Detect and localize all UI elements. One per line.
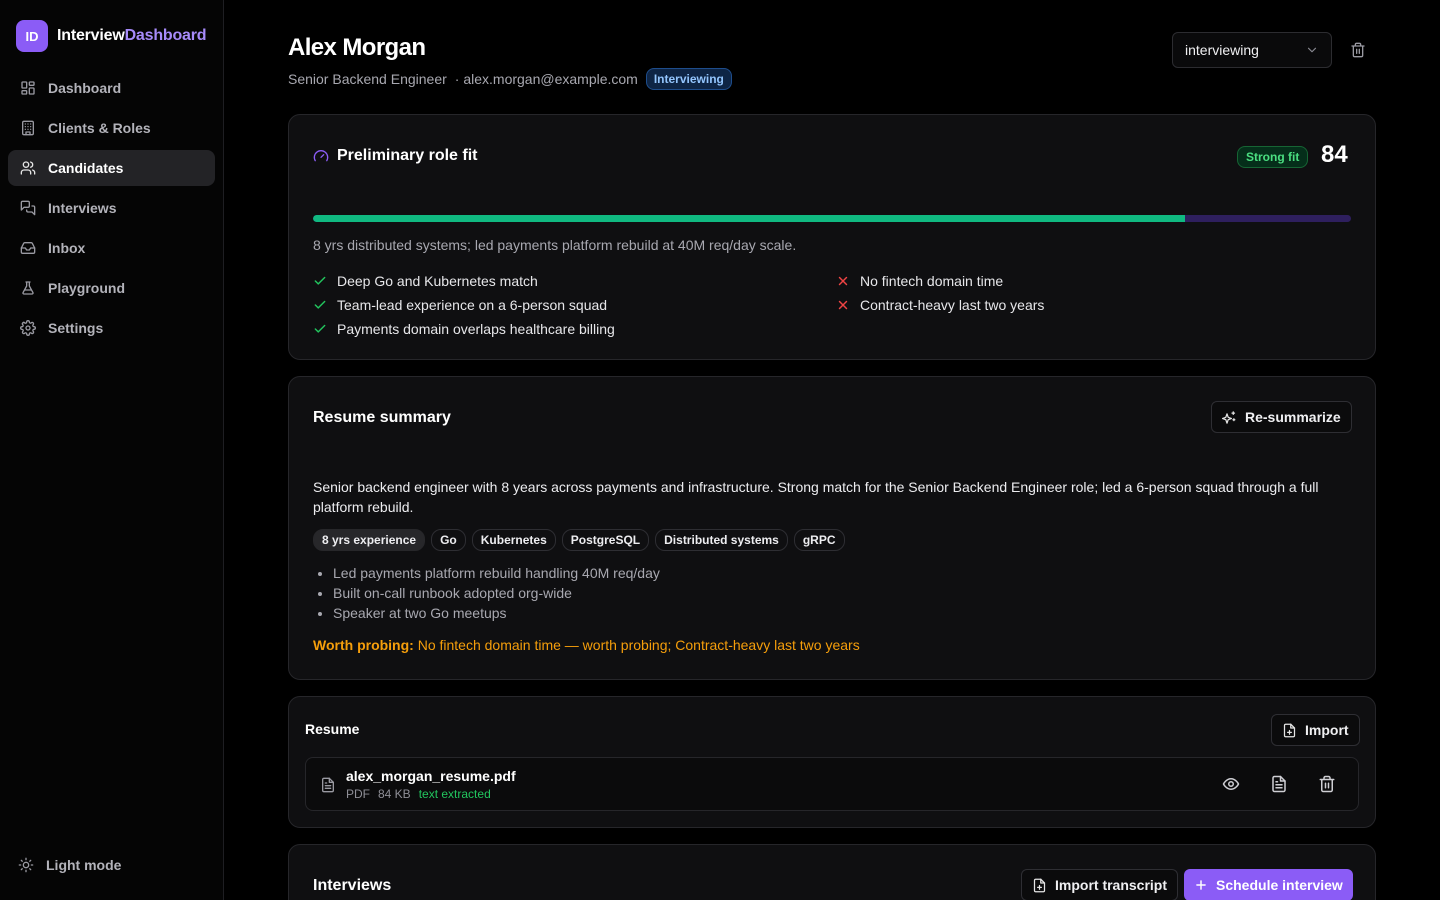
- file-text-icon[interactable]: [1270, 775, 1288, 793]
- brand-name: InterviewDashboard: [57, 27, 207, 44]
- sidebar-item-label: Candidates: [48, 160, 124, 176]
- file-plus-icon: [1283, 723, 1296, 737]
- check-icon: [314, 276, 326, 285]
- list-item: Contract-heavy last two years: [836, 293, 1044, 317]
- trash-icon: [1351, 42, 1365, 58]
- gear-icon: [20, 320, 36, 336]
- candidate-name: Alex Morgan: [288, 34, 426, 61]
- delete-candidate-button[interactable]: [1348, 40, 1368, 60]
- fit-description: 8 yrs distributed systems; led payments …: [313, 237, 797, 253]
- sidebar-item-label: Settings: [48, 320, 104, 336]
- fit-progress-bar: [313, 215, 1351, 222]
- resummarize-button[interactable]: Re-summarize: [1211, 401, 1352, 433]
- skill-tags: 8 yrs experience Go Kubernetes PostgreSQ…: [313, 529, 845, 551]
- inbox-icon: [20, 242, 36, 254]
- sidebar-item-settings[interactable]: Settings: [8, 310, 215, 346]
- resume-card: Resume Import alex_morgan_resume.pdf PDF…: [288, 696, 1376, 828]
- fit-progress-fill: [313, 215, 1185, 222]
- check-icon: [314, 300, 326, 309]
- fit-cons: No fintech domain time Contract-heavy la…: [836, 269, 1044, 317]
- file-size: 84 KB: [378, 787, 411, 801]
- status-select-value: interviewing: [1185, 42, 1259, 58]
- x-icon: [838, 300, 848, 310]
- sidebar: ID InterviewDashboard Dashboard Clients …: [0, 0, 224, 900]
- sparkles-icon: [1222, 410, 1236, 424]
- flask-icon: [22, 281, 34, 295]
- file-icon: [322, 777, 334, 793]
- plus-icon: [1196, 880, 1206, 890]
- candidate-role: Senior Backend Engineer: [288, 71, 447, 87]
- file-status: text extracted: [418, 787, 491, 801]
- sidebar-item-inbox[interactable]: Inbox: [8, 230, 215, 266]
- import-transcript-button[interactable]: Import transcript: [1021, 869, 1179, 900]
- sidebar-item-clients-roles[interactable]: Clients & Roles: [8, 110, 215, 146]
- summary-text: Senior backend engineer with 8 years acr…: [313, 479, 1319, 515]
- list-item: Deep Go and Kubernetes match: [313, 269, 615, 293]
- chat-icon: [20, 200, 36, 216]
- tag: Kubernetes: [471, 529, 556, 551]
- role-fit-card: Preliminary role fit Strong fit 84 8 yrs…: [288, 114, 1376, 360]
- tag: PostgreSQL: [561, 529, 650, 551]
- status-select[interactable]: interviewing: [1172, 32, 1332, 68]
- resume-file-row[interactable]: alex_morgan_resume.pdf PDF 84 KB text ex…: [305, 757, 1359, 811]
- file-actions: [1222, 775, 1336, 793]
- check-icon: [314, 324, 326, 333]
- brand-logo: ID: [16, 20, 48, 52]
- candidate-subtitle: Senior Backend Engineer · alex.morgan@ex…: [288, 68, 732, 90]
- import-resume-button[interactable]: Import: [1271, 714, 1360, 746]
- sidebar-item-label: Dashboard: [48, 80, 122, 96]
- sidebar-item-label: Inbox: [48, 240, 86, 256]
- fit-pros: Deep Go and Kubernetes match Team-lead e…: [313, 269, 615, 341]
- list-item: No fintech domain time: [836, 269, 1044, 293]
- sidebar-item-label: Interviews: [48, 200, 117, 216]
- fit-score: 84: [1321, 141, 1348, 168]
- resume-summary-card: Resume summary Re-summarize Senior backe…: [288, 376, 1376, 680]
- light-mode-label: Light mode: [46, 857, 122, 873]
- interviews-card: Interviews Import transcript Schedule in…: [288, 844, 1376, 900]
- light-mode-toggle[interactable]: Light mode: [18, 857, 121, 873]
- sidebar-item-interviews[interactable]: Interviews: [8, 190, 215, 226]
- sun-icon: [18, 857, 34, 873]
- worth-probing: Worth probing: No fintech domain time — …: [313, 637, 860, 653]
- gauge-icon: [313, 150, 329, 162]
- tag: gRPC: [793, 529, 845, 551]
- chevron-down-icon: [1307, 47, 1317, 53]
- sidebar-item-playground[interactable]: Playground: [8, 270, 215, 306]
- list-item: Payments domain overlaps healthcare bill…: [313, 317, 615, 341]
- status-badge: Interviewing: [645, 68, 732, 90]
- brand[interactable]: ID InterviewDashboard: [16, 20, 207, 52]
- tag: Go: [431, 529, 466, 551]
- dashboard-icon: [21, 81, 35, 95]
- resume-title: Resume: [305, 721, 360, 737]
- summary-highlights: Led payments platform rebuild handling 4…: [333, 563, 660, 623]
- sidebar-nav: Dashboard Clients & Roles Candidates Int…: [8, 70, 215, 350]
- resume-summary-title: Resume summary: [313, 409, 451, 426]
- interviews-title: Interviews: [313, 877, 392, 894]
- file-meta: PDF 84 KB text extracted: [346, 787, 491, 801]
- building-icon: [22, 120, 34, 136]
- candidate-email: · alex.morgan@example.com: [454, 71, 638, 87]
- x-icon: [838, 276, 848, 286]
- sidebar-item-label: Playground: [48, 280, 126, 296]
- tag: 8 yrs experience: [313, 529, 426, 551]
- list-item: Speaker at two Go meetups: [333, 603, 660, 623]
- schedule-interview-button[interactable]: Schedule interview: [1184, 869, 1353, 900]
- eye-icon[interactable]: [1222, 775, 1240, 793]
- trash-icon[interactable]: [1318, 775, 1336, 793]
- list-item: Built on-call runbook adopted org-wide: [333, 583, 660, 603]
- file-plus-icon: [1033, 878, 1046, 892]
- fit-label-badge: Strong fit: [1237, 146, 1309, 168]
- file-type: PDF: [346, 787, 370, 801]
- list-item: Led payments platform rebuild handling 4…: [333, 563, 660, 583]
- tag: Distributed systems: [655, 529, 788, 551]
- users-icon: [20, 161, 36, 175]
- role-fit-title: Preliminary role fit: [313, 147, 478, 165]
- list-item: Team-lead experience on a 6-person squad: [313, 293, 615, 317]
- sidebar-item-dashboard[interactable]: Dashboard: [8, 70, 215, 106]
- sidebar-item-candidates[interactable]: Candidates: [8, 150, 215, 186]
- file-name: alex_morgan_resume.pdf: [346, 768, 516, 784]
- sidebar-item-label: Clients & Roles: [48, 120, 151, 136]
